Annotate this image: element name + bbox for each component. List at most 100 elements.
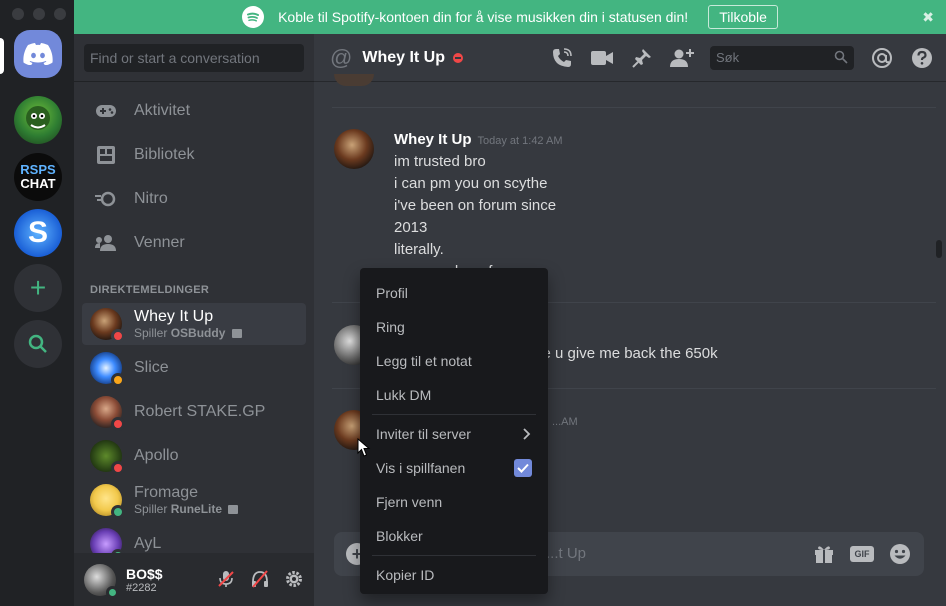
discord-app: RSPS CHAT S + Koble til Spotify-kontoen … — [0, 0, 946, 606]
avatar — [90, 308, 125, 343]
server-icon-s[interactable]: S — [14, 209, 62, 257]
message-header: ...AM — [552, 412, 578, 429]
nav-item-bibliotek[interactable]: Bibliotek — [82, 134, 306, 176]
menu-label: Fjern venn — [376, 494, 443, 510]
add-server-button[interactable]: + — [14, 264, 62, 312]
spotify-icon — [242, 6, 265, 28]
user-settings-gear-icon[interactable] — [284, 569, 304, 589]
dnd-status-icon — [111, 461, 125, 475]
message-line: im trusted bro — [394, 153, 486, 170]
spotify-banner: Koble til Spotify-kontoen din for å vise… — [74, 0, 946, 34]
nav-label: Bibliotek — [134, 146, 195, 163]
add-friend-to-dm-icon[interactable] — [670, 46, 694, 70]
menu-item-block[interactable]: Blokker — [368, 519, 540, 553]
mouse-cursor-icon — [357, 438, 371, 457]
nav-item-venner[interactable]: Venner — [82, 222, 306, 264]
server-rail: RSPS CHAT S + — [0, 0, 74, 606]
dm-item-robert-stake[interactable]: Robert STAKE.GP — [82, 391, 306, 433]
gif-icon[interactable]: GIF — [850, 546, 874, 562]
message-content: im trusted bro i can pm you on scythe i'… — [394, 151, 556, 283]
gift-icon[interactable] — [812, 542, 836, 566]
menu-item-call[interactable]: Ring — [368, 310, 540, 344]
divider — [74, 81, 314, 82]
menu-label: Inviter til server — [376, 426, 471, 442]
nav-label: Venner — [134, 234, 185, 251]
nav-item-aktivitet[interactable]: Aktivitet — [82, 90, 306, 132]
maximize-window-button[interactable] — [54, 8, 66, 20]
dnd-status-icon — [453, 52, 464, 63]
dm-name: Slice — [134, 359, 169, 376]
close-window-button[interactable] — [12, 8, 24, 20]
at-icon: @ — [330, 44, 353, 70]
video-call-icon[interactable] — [590, 46, 614, 70]
user-tag: #2282 — [126, 581, 157, 594]
menu-item-remove-friend[interactable]: Fjern venn — [368, 485, 540, 519]
plus-icon: + — [29, 272, 47, 303]
menu-item-invite-to-server[interactable]: Inviter til server — [368, 417, 540, 451]
dm-item-apollo[interactable]: Apollo — [82, 435, 306, 477]
chat-search-input[interactable]: Søk — [710, 46, 854, 70]
close-icon[interactable]: ✖ — [922, 9, 934, 26]
server-icon-rsps-chat[interactable]: RSPS CHAT — [14, 153, 62, 201]
message-divider — [332, 107, 936, 108]
dm-item-whey-it-up[interactable]: Whey It Up Spiller OSBuddy — [82, 303, 306, 345]
checkbox-checked-icon[interactable] — [514, 459, 532, 477]
avatar — [90, 484, 125, 519]
message-avatar[interactable] — [334, 129, 374, 169]
composer-placeholder: ...t Up — [546, 545, 587, 562]
dm-activity: Spiller RuneLite — [134, 502, 239, 516]
idle-status-icon — [111, 373, 125, 387]
message-line: ...e u give me back the 650k — [530, 345, 718, 362]
dm-item-fromage[interactable]: Fromage Spiller RuneLite — [82, 479, 306, 521]
gamepad-icon — [94, 99, 118, 123]
connect-spotify-button[interactable]: Tilkoble — [708, 5, 778, 29]
selected-server-indicator — [0, 38, 4, 74]
dnd-status-icon — [111, 417, 125, 431]
mentions-at-icon[interactable] — [870, 46, 894, 70]
header-toolbar: Søk — [550, 46, 934, 70]
menu-item-profile[interactable]: Profil — [368, 276, 540, 310]
chevron-right-icon — [523, 428, 531, 440]
menu-item-show-in-game-tab[interactable]: Vis i spillfanen — [368, 451, 540, 485]
menu-item-copy-id[interactable]: Kopier ID — [368, 558, 540, 592]
avatar — [90, 440, 125, 475]
chat-scrollbar[interactable] — [936, 240, 942, 258]
pin-icon[interactable] — [630, 46, 654, 70]
username: BO$$ — [126, 565, 163, 582]
nav-label: Aktivitet — [134, 102, 191, 119]
chat-header: @ Whey It Up Søk — [314, 34, 946, 82]
explore-servers-button[interactable] — [14, 320, 62, 368]
online-status-icon — [106, 585, 119, 599]
menu-divider — [372, 555, 536, 556]
dm-section-header: DIREKTEMELDINGER — [90, 284, 210, 296]
minimize-window-button[interactable] — [33, 8, 45, 20]
dnd-status-icon — [111, 329, 125, 343]
library-icon — [94, 143, 118, 167]
nav-label: Nitro — [134, 190, 168, 207]
server-avatar-icon — [26, 106, 50, 130]
nav-item-nitro[interactable]: Nitro — [82, 178, 306, 220]
user-avatar[interactable] — [84, 563, 119, 599]
deafen-headphones-icon[interactable] — [250, 569, 270, 589]
find-conversation-input[interactable]: Find or start a conversation — [84, 44, 304, 72]
home-button[interactable] — [14, 30, 62, 78]
server-label-line1: RSPS — [20, 162, 56, 177]
composer-tools: GIF — [812, 542, 912, 566]
message-timestamp: Today at 1:42 AM — [477, 135, 563, 147]
message-author[interactable]: Whey It Up — [394, 131, 472, 148]
menu-divider — [372, 414, 536, 415]
menu-item-close-dm[interactable]: Lukk DM — [368, 378, 540, 412]
help-icon[interactable] — [910, 46, 934, 70]
user-context-menu: Profil Ring Legg til et notat Lukk DM In… — [360, 268, 548, 594]
emoji-icon[interactable] — [888, 542, 912, 566]
menu-label: Lukk DM — [376, 387, 432, 403]
user-panel: BO$$ #2282 — [74, 553, 314, 606]
menu-item-add-note[interactable]: Legg til et notat — [368, 344, 540, 378]
message-timestamp: ...AM — [552, 416, 578, 428]
mute-microphone-icon[interactable] — [216, 569, 236, 589]
dm-item-slice[interactable]: Slice — [82, 347, 306, 389]
voice-call-icon[interactable] — [550, 46, 574, 70]
message-content: ...e u give me back the 650k — [530, 343, 718, 365]
server-icon-1[interactable] — [14, 96, 62, 144]
menu-label: Kopier ID — [376, 567, 435, 583]
